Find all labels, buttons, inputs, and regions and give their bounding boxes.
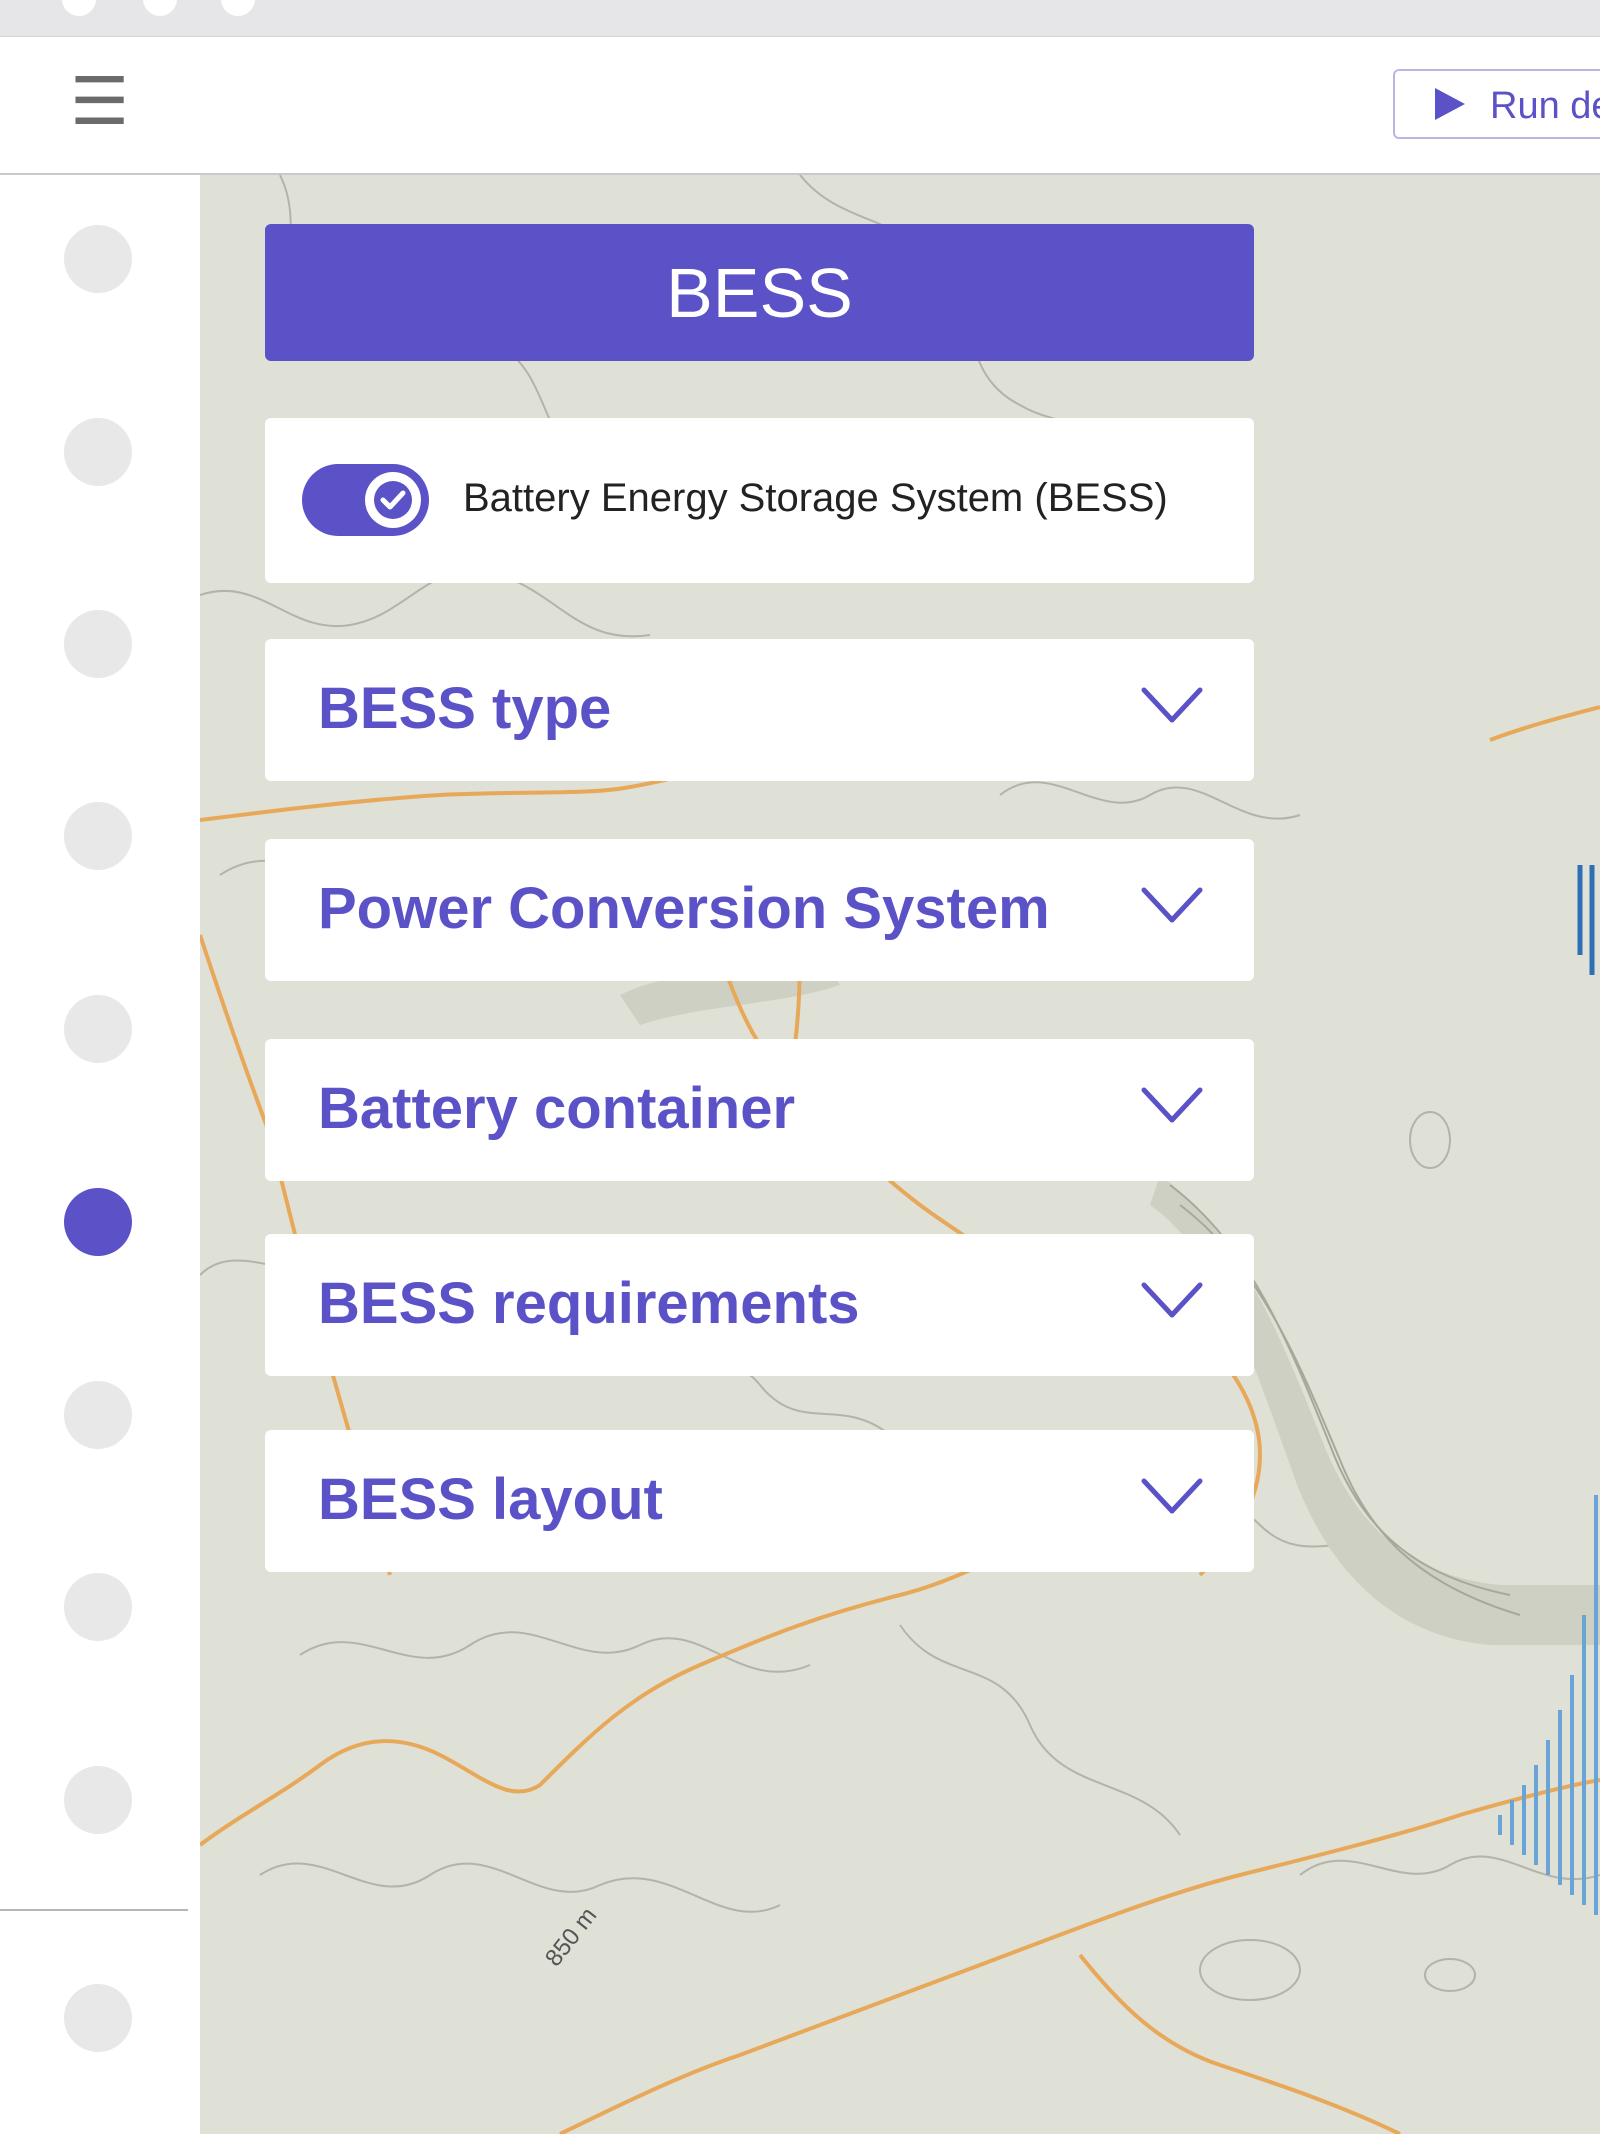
sidebar-step-6-active[interactable] (64, 1188, 132, 1256)
step-sidebar (0, 175, 200, 2134)
play-icon (1435, 88, 1465, 120)
sidebar-step-5[interactable] (64, 995, 132, 1063)
sidebar-step-2[interactable] (64, 418, 132, 486)
panel-title: BESS (265, 224, 1254, 361)
accordion-label: Power Conversion System (318, 876, 1050, 941)
accordion-label: Battery container (318, 1076, 796, 1141)
sidebar-step-1[interactable] (64, 225, 132, 293)
hamburger-icon[interactable]: ☰ (70, 68, 129, 134)
sidebar-divider (0, 1909, 188, 1911)
sidebar-step-7[interactable] (64, 1381, 132, 1449)
sidebar-step-4[interactable] (64, 802, 132, 870)
run-button[interactable]: Run de (1393, 69, 1600, 139)
toggle-knob (365, 472, 421, 528)
sidebar-step-8[interactable] (64, 1573, 132, 1641)
sidebar-step-3[interactable] (64, 610, 132, 678)
sidebar-step-9[interactable] (64, 1766, 132, 1834)
accordion-label: BESS type (318, 676, 612, 741)
chevron-down-icon (1141, 1478, 1203, 1514)
accordion-bess-type[interactable]: BESS type (265, 639, 1254, 781)
chevron-down-icon (1141, 887, 1203, 923)
bess-toggle-switch[interactable] (302, 464, 429, 536)
accordion-bess-requirements[interactable]: BESS requirements (265, 1234, 1254, 1376)
accordion-label: BESS layout (318, 1467, 663, 1532)
chevron-down-icon (1141, 1087, 1203, 1123)
window-maximize-icon[interactable] (221, 0, 255, 16)
chevron-down-icon (1141, 1282, 1203, 1318)
run-button-label: Run de (1490, 85, 1600, 127)
bess-toggle-card: Battery Energy Storage System (BESS) (265, 418, 1254, 583)
app-header: ☰ Run de (0, 37, 1600, 175)
sidebar-step-10[interactable] (64, 1984, 132, 2052)
accordion-bess-layout[interactable]: BESS layout (265, 1430, 1254, 1572)
window-close-icon[interactable] (62, 0, 96, 16)
check-icon (374, 481, 412, 519)
window-titlebar (0, 0, 1600, 37)
accordion-label: BESS requirements (318, 1271, 860, 1336)
accordion-battery-container[interactable]: Battery container (265, 1039, 1254, 1181)
accordion-power-conversion-system[interactable]: Power Conversion System (265, 839, 1254, 981)
chevron-down-icon (1141, 687, 1203, 723)
bess-toggle-label: Battery Energy Storage System (BESS) (463, 476, 1168, 520)
window-minimize-icon[interactable] (143, 0, 177, 16)
